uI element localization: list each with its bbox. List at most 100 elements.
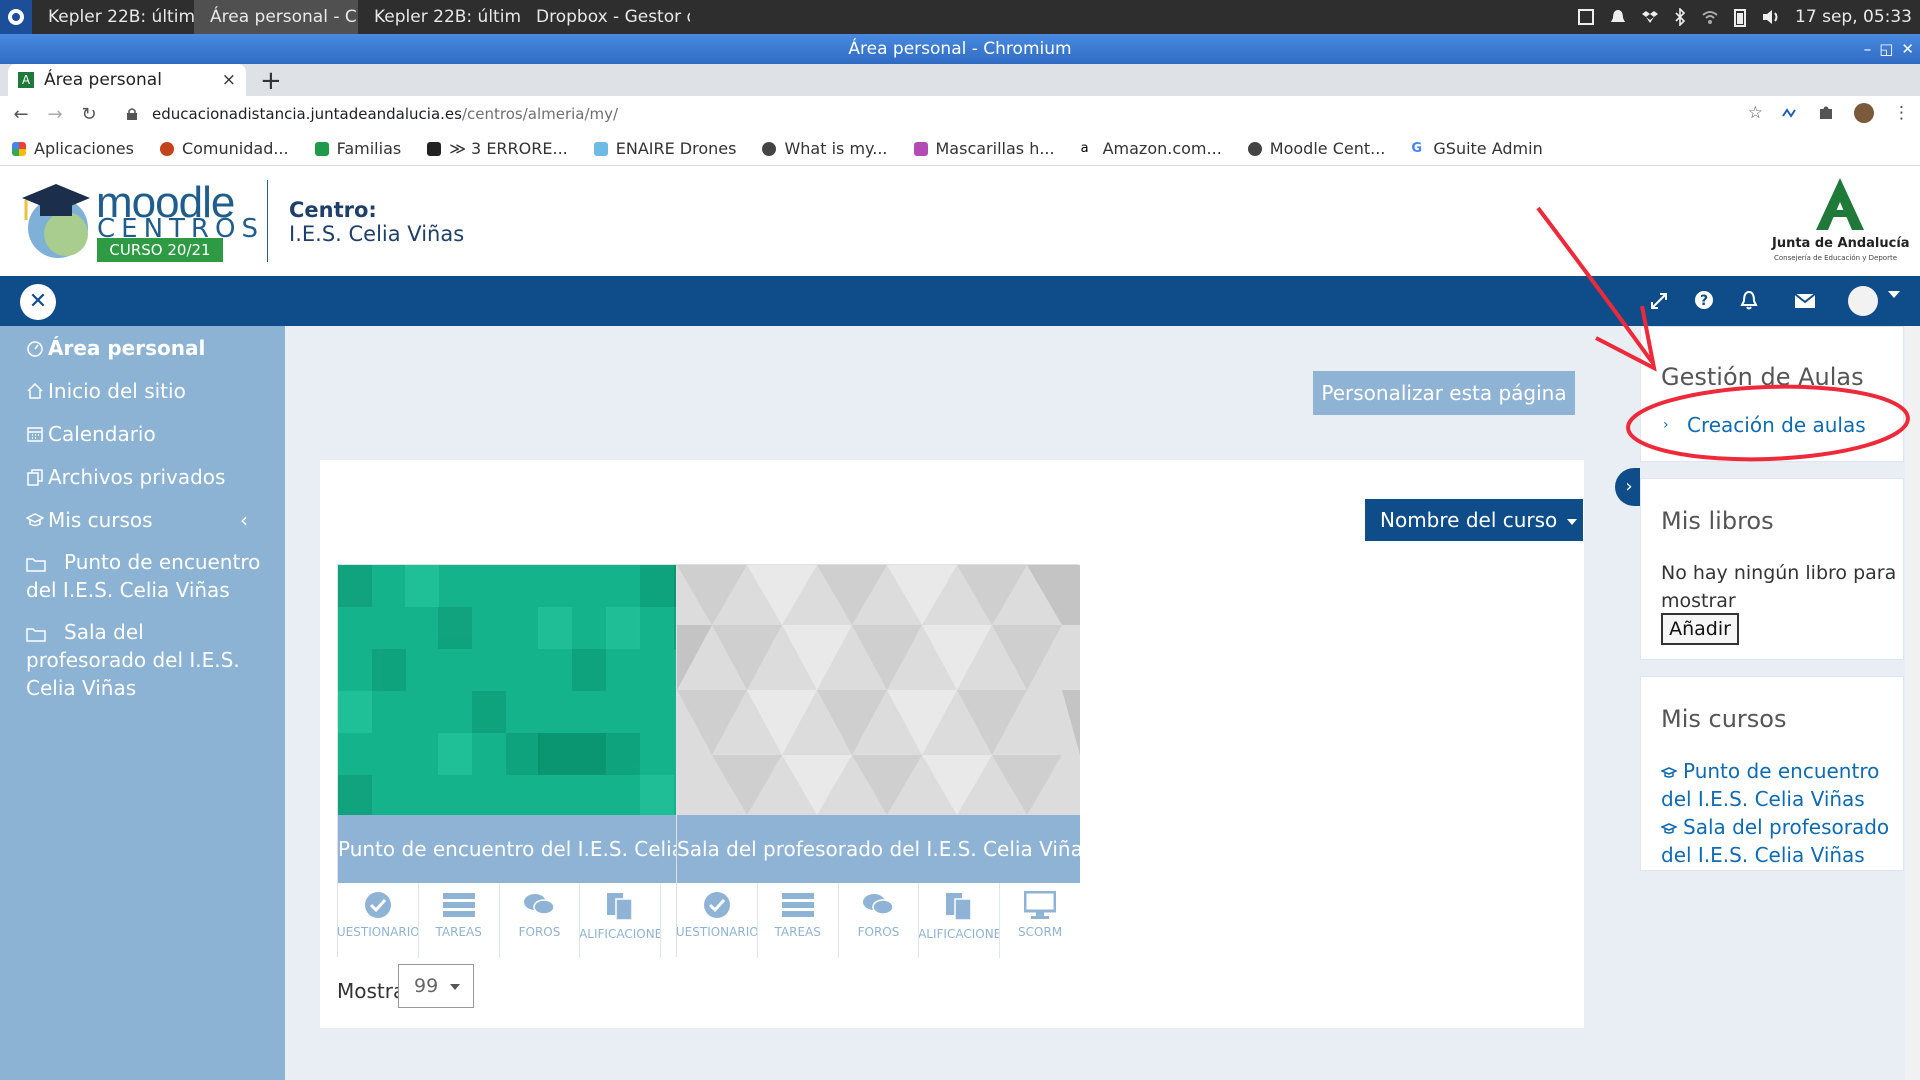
battery-icon[interactable] <box>1733 7 1747 27</box>
chevron-right-icon: › <box>1663 417 1669 433</box>
module-tareas[interactable]: TAREAS <box>419 883 500 958</box>
sidebar-course-label: Sala del profesorado del I.E.S. Celia Vi… <box>26 620 240 700</box>
module-calificaciones[interactable]: CALIFICACIONES <box>919 883 1001 958</box>
bookmark-item[interactable]: Familias <box>314 139 401 158</box>
sidebar-item-mis-cursos[interactable]: Mis cursos <box>26 508 153 532</box>
dropbox-icon[interactable] <box>1641 8 1659 26</box>
sort-dropdown-button[interactable]: Nombre del curso <box>1365 499 1583 541</box>
bookmark-item[interactable]: Aplicaciones <box>12 139 134 158</box>
taskbar-task-active[interactable]: Área personal - Chro... <box>194 0 358 34</box>
bluetooth-icon[interactable] <box>1673 8 1687 26</box>
moodle-graduation-logo-icon[interactable] <box>18 176 94 266</box>
notes-icon[interactable] <box>1577 8 1595 26</box>
lock-icon <box>127 108 137 120</box>
start-menu-button[interactable] <box>0 0 32 34</box>
empty-books-text: No hay ningún libro para mostrar <box>1661 562 1897 612</box>
sidebar-course-punto[interactable]: Punto de encuentro del I.E.S. Celia Viña… <box>26 548 266 604</box>
bookmark-item[interactable]: Moodle Cent... <box>1247 139 1385 158</box>
main-region: Personalizar esta página Nombre del curs… <box>285 326 1643 1080</box>
module-scorm[interactable]: SCORM <box>1000 883 1080 958</box>
help-icon[interactable]: ? <box>1694 290 1714 310</box>
window-titlebar[interactable]: Área personal - Chromium – ◱ ✕ <box>0 34 1920 64</box>
tasks-list-icon <box>442 893 475 917</box>
taskbar-task-label: Dropbox - Gestor de... <box>536 7 690 27</box>
bookmark-item[interactable]: G GSuite Admin <box>1411 139 1543 158</box>
taskbar-task[interactable]: Kepler 22B: última it... <box>358 0 520 34</box>
course-link[interactable]: Sala del profesorado del I.E.S. Celia Vi… <box>1661 813 1897 869</box>
creacion-aulas-link[interactable]: › Creación de aulas <box>1661 411 1897 439</box>
course-link[interactable]: Punto de encuentro del I.E.S. Celia Viña… <box>1661 757 1897 813</box>
calendar-icon <box>27 427 43 442</box>
bookmark-label: ENAIRE Drones <box>615 139 737 158</box>
clock[interactable]: 17 sep, 05:33 <box>1795 7 1912 27</box>
sidebar-item-label: Mis cursos <box>48 508 153 532</box>
messages-envelope-icon[interactable] <box>1794 293 1816 309</box>
bookmark-item[interactable]: a Amazon.com... <box>1080 139 1222 158</box>
profile-avatar-icon[interactable] <box>1853 102 1875 124</box>
module-label: CUESTIONARIOS <box>338 925 419 939</box>
files-icon <box>27 469 43 486</box>
module-foros[interactable]: FOROS <box>839 883 920 958</box>
chevron-left-icon[interactable]: ‹ <box>240 508 248 532</box>
module-cuestionarios[interactable]: CUESTIONARIOS <box>338 883 419 958</box>
close-drawer-button[interactable]: ✕ <box>20 284 56 320</box>
course-card-title[interactable]: Sala del profesorado del I.E.S. Celia Vi… <box>677 815 1080 883</box>
user-menu-caret-icon[interactable] <box>1888 291 1900 298</box>
wifi-icon[interactable] <box>1701 8 1719 26</box>
sidebar-item-calendario[interactable]: Calendario <box>26 422 156 446</box>
home-icon <box>27 382 43 399</box>
bell-icon[interactable] <box>1609 8 1627 26</box>
module-tareas[interactable]: TAREAS <box>758 883 839 958</box>
bookmark-item[interactable]: Comunidad... <box>159 139 289 158</box>
sidebar-course-sala[interactable]: Sala del profesorado del I.E.S. Celia Vi… <box>26 618 266 702</box>
back-icon[interactable]: ← <box>8 104 34 125</box>
close-window-icon[interactable]: ✕ <box>1901 34 1914 64</box>
course-card[interactable]: Sala del profesorado del I.E.S. Celia Vi… <box>676 564 1080 958</box>
fullscreen-icon[interactable] <box>1650 292 1668 310</box>
forward-icon[interactable]: → <box>42 104 68 125</box>
module-label: FOROS <box>857 925 900 939</box>
browser-tab[interactable]: A Área personal × <box>8 64 246 96</box>
sidebar-item-archivos[interactable]: Archivos privados <box>26 465 225 489</box>
bookmarks-bar: Aplicaciones Comunidad... Familias ≫ 3 E… <box>0 132 1920 166</box>
star-icon[interactable]: ☆ <box>1748 103 1763 123</box>
bookmark-item[interactable]: Mascarillas h... <box>913 139 1055 158</box>
site-icon <box>159 141 174 156</box>
new-tab-icon[interactable]: + <box>260 66 282 96</box>
reload-icon[interactable]: ↻ <box>76 104 102 125</box>
user-avatar[interactable] <box>1848 286 1878 316</box>
close-tab-icon[interactable]: × <box>222 70 236 90</box>
bookmark-item[interactable]: What is my... <box>762 139 888 158</box>
chevron-right-icon: › <box>1625 476 1633 497</box>
globe-icon <box>762 141 777 156</box>
kebab-menu-icon[interactable]: ⋮ <box>1893 103 1910 123</box>
page-scrollbar[interactable] <box>1905 326 1920 1080</box>
sidebar-item-inicio[interactable]: Inicio del sitio <box>26 379 186 403</box>
maximize-icon[interactable]: ◱ <box>1879 34 1893 64</box>
bookmark-label: What is my... <box>784 139 888 158</box>
start-icon <box>8 9 24 25</box>
volume-icon[interactable] <box>1761 8 1781 26</box>
module-calificaciones[interactable]: CALIFICACIONES <box>580 883 662 958</box>
bookmark-item[interactable]: ENAIRE Drones <box>593 139 737 158</box>
course-image[interactable] <box>677 565 1080 815</box>
minimize-icon[interactable]: – <box>1864 34 1872 64</box>
module-foros[interactable]: FOROS <box>500 883 581 958</box>
puzzle-icon[interactable] <box>1817 104 1835 122</box>
customize-page-button[interactable]: Personalizar esta página <box>1313 371 1575 415</box>
taskbar-task[interactable]: Kepler 22B: última it... <box>32 0 194 34</box>
block-drawer-toggle[interactable]: › <box>1615 468 1643 506</box>
sidebar-item-area-personal[interactable]: Área personal <box>26 336 205 360</box>
bookmark-label: Comunidad... <box>181 139 289 158</box>
address-bar[interactable]: educacionadistancia.juntadeandalucia.es/… <box>126 105 618 123</box>
notifications-bell-icon[interactable] <box>1740 290 1758 310</box>
module-cuestionarios[interactable]: CUESTIONARIOS <box>677 883 758 958</box>
module-label: TAREAS <box>435 925 482 939</box>
os-taskbar: Kepler 22B: última it... Área personal -… <box>0 0 1920 34</box>
add-book-button[interactable]: Añadir <box>1661 613 1739 645</box>
page-size-select[interactable]: 99 <box>398 964 474 1008</box>
bookmark-item[interactable]: ≫ 3 ERRORE... <box>427 139 568 158</box>
extension-wave-icon[interactable] <box>1781 104 1799 122</box>
grades-document-icon <box>946 893 973 921</box>
taskbar-task[interactable]: Dropbox - Gestor de... <box>520 0 690 34</box>
